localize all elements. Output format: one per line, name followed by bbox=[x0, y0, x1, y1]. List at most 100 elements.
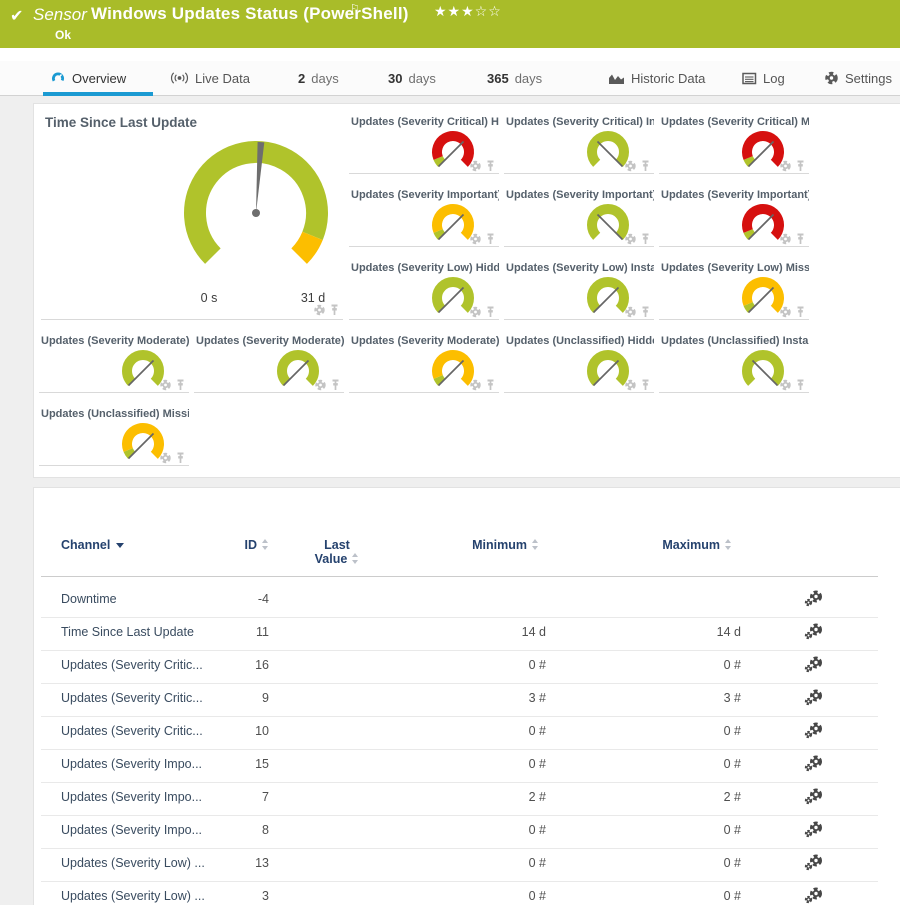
channel-row[interactable]: Updates (Severity Critic...160 #0 # bbox=[41, 651, 878, 684]
gauge-tile[interactable]: Updates (Severity Critical) Mi... bbox=[659, 116, 809, 174]
channel-name[interactable]: Downtime bbox=[61, 592, 117, 606]
gauge-tile-actions bbox=[314, 379, 341, 391]
gear-icon[interactable] bbox=[159, 379, 172, 391]
gear-icon[interactable] bbox=[779, 306, 792, 318]
gear-icon[interactable] bbox=[624, 306, 637, 318]
tab-log[interactable]: Log bbox=[742, 61, 785, 95]
pin-icon[interactable] bbox=[640, 233, 651, 245]
channel-minimum: 2 # bbox=[396, 790, 546, 804]
gear-icon[interactable] bbox=[779, 379, 792, 391]
tab-365-days[interactable]: 365days bbox=[487, 61, 542, 95]
star-rating[interactable]: ★★★☆☆ bbox=[434, 3, 502, 20]
gauge-tile[interactable]: Updates (Severity Low) Install... bbox=[504, 262, 654, 320]
gauge-tile[interactable]: Updates (Severity Critical) Hi... bbox=[349, 116, 499, 174]
tab-overview[interactable]: Overview bbox=[50, 61, 126, 95]
channel-settings-icon[interactable] bbox=[804, 623, 824, 640]
gauge-tile[interactable]: Updates (Severity Moderate) ... bbox=[39, 335, 189, 393]
gauge-tile[interactable]: Updates (Unclassified) Hidden bbox=[504, 335, 654, 393]
gauge-tile[interactable]: Updates (Severity Critical) Ins... bbox=[504, 116, 654, 174]
channel-name[interactable]: Updates (Severity Critic... bbox=[61, 658, 203, 672]
tab-settings[interactable]: Settings bbox=[824, 61, 892, 95]
channel-name[interactable]: Updates (Severity Low) ... bbox=[61, 856, 205, 870]
tab-2-days[interactable]: 2days bbox=[298, 61, 339, 95]
pin-icon[interactable] bbox=[485, 306, 496, 318]
gear-icon[interactable] bbox=[314, 379, 327, 391]
channel-row[interactable]: Updates (Severity Impo...150 #0 # bbox=[41, 750, 878, 783]
channel-row[interactable]: Time Since Last Update1114 d14 d bbox=[41, 618, 878, 651]
channel-settings-icon[interactable] bbox=[804, 788, 824, 805]
gear-icon[interactable] bbox=[624, 379, 637, 391]
pin-icon[interactable] bbox=[795, 233, 806, 245]
channel-row[interactable]: Updates (Severity Impo...72 #2 # bbox=[41, 783, 878, 816]
column-header-maximum[interactable]: Maximum bbox=[582, 538, 732, 552]
pin-icon[interactable] bbox=[175, 379, 186, 391]
channel-row[interactable]: Downtime-4 bbox=[41, 585, 878, 618]
channel-settings-icon[interactable] bbox=[804, 722, 824, 739]
channel-maximum: 0 # bbox=[591, 724, 741, 738]
channel-row[interactable]: Updates (Severity Impo...80 #0 # bbox=[41, 816, 878, 849]
gear-icon[interactable] bbox=[779, 160, 792, 172]
gauge-tile[interactable]: Updates (Severity Important) ... bbox=[659, 189, 809, 247]
channel-name[interactable]: Updates (Severity Low) ... bbox=[61, 889, 205, 903]
gauge-tile[interactable]: Updates (Severity Important) ... bbox=[349, 189, 499, 247]
channel-settings-icon[interactable] bbox=[804, 854, 824, 871]
channel-name[interactable]: Updates (Severity Impo... bbox=[61, 823, 202, 837]
gauge-tile[interactable]: Updates (Unclassified) Install... bbox=[659, 335, 809, 393]
pin-icon[interactable] bbox=[485, 233, 496, 245]
gear-icon[interactable] bbox=[624, 160, 637, 172]
tab-live-data[interactable]: Live Data bbox=[170, 61, 250, 95]
pin-icon[interactable] bbox=[329, 304, 340, 316]
gear-icon[interactable] bbox=[159, 452, 172, 464]
gear-icon[interactable] bbox=[469, 160, 482, 172]
column-header-id[interactable]: ID bbox=[209, 538, 269, 552]
tile-divider bbox=[659, 319, 809, 320]
gauge-tile[interactable]: Updates (Severity Important) ... bbox=[504, 189, 654, 247]
gear-icon[interactable] bbox=[469, 233, 482, 245]
column-header-channel[interactable]: Channel bbox=[61, 538, 181, 552]
gauge-tile[interactable]: Updates (Severity Low) Hidden bbox=[349, 262, 499, 320]
pin-icon[interactable] bbox=[640, 379, 651, 391]
channel-row[interactable]: Updates (Severity Low) ...30 #0 # bbox=[41, 882, 878, 905]
channel-id: 7 bbox=[209, 790, 269, 804]
gauge-tile-title: Updates (Severity Moderate) ... bbox=[41, 335, 189, 347]
tab-historic-data[interactable]: Historic Data bbox=[608, 61, 705, 95]
channel-settings-icon[interactable] bbox=[804, 755, 824, 772]
gauge-tile[interactable]: Updates (Severity Moderate) ... bbox=[349, 335, 499, 393]
gear-icon[interactable] bbox=[469, 379, 482, 391]
channel-minimum: 0 # bbox=[396, 889, 546, 903]
column-header-last_value[interactable]: LastValue bbox=[297, 538, 377, 566]
gauge-tile-actions bbox=[624, 306, 651, 318]
pin-icon[interactable] bbox=[795, 306, 806, 318]
flag-icon[interactable]: ⚐ bbox=[350, 2, 360, 15]
gauge-tile[interactable]: Updates (Severity Moderate) I... bbox=[194, 335, 344, 393]
pin-icon[interactable] bbox=[485, 379, 496, 391]
gear-icon[interactable] bbox=[779, 233, 792, 245]
gear-icon[interactable] bbox=[313, 304, 326, 316]
pin-icon[interactable] bbox=[175, 452, 186, 464]
pin-icon[interactable] bbox=[640, 306, 651, 318]
channel-settings-icon[interactable] bbox=[804, 656, 824, 673]
gauge-tile[interactable]: Updates (Unclassified) Missing bbox=[39, 408, 189, 466]
pin-icon[interactable] bbox=[640, 160, 651, 172]
channel-row[interactable]: Updates (Severity Critic...100 #0 # bbox=[41, 717, 878, 750]
channel-name[interactable]: Updates (Severity Critic... bbox=[61, 724, 203, 738]
channel-settings-icon[interactable] bbox=[804, 887, 824, 904]
channel-row[interactable]: Updates (Severity Critic...93 #3 # bbox=[41, 684, 878, 717]
gear-icon[interactable] bbox=[469, 306, 482, 318]
pin-icon[interactable] bbox=[795, 379, 806, 391]
channel-name[interactable]: Updates (Severity Critic... bbox=[61, 691, 203, 705]
gear-icon[interactable] bbox=[624, 233, 637, 245]
column-header-minimum[interactable]: Minimum bbox=[389, 538, 539, 552]
channel-settings-icon[interactable] bbox=[804, 590, 824, 607]
channel-name[interactable]: Updates (Severity Impo... bbox=[61, 757, 202, 771]
channel-name[interactable]: Updates (Severity Impo... bbox=[61, 790, 202, 804]
channel-settings-icon[interactable] bbox=[804, 689, 824, 706]
pin-icon[interactable] bbox=[330, 379, 341, 391]
pin-icon[interactable] bbox=[795, 160, 806, 172]
tab-30-days[interactable]: 30days bbox=[388, 61, 436, 95]
channel-name[interactable]: Time Since Last Update bbox=[61, 625, 194, 639]
channel-settings-icon[interactable] bbox=[804, 821, 824, 838]
channel-row[interactable]: Updates (Severity Low) ...130 #0 # bbox=[41, 849, 878, 882]
pin-icon[interactable] bbox=[485, 160, 496, 172]
gauge-tile[interactable]: Updates (Severity Low) Missi... bbox=[659, 262, 809, 320]
